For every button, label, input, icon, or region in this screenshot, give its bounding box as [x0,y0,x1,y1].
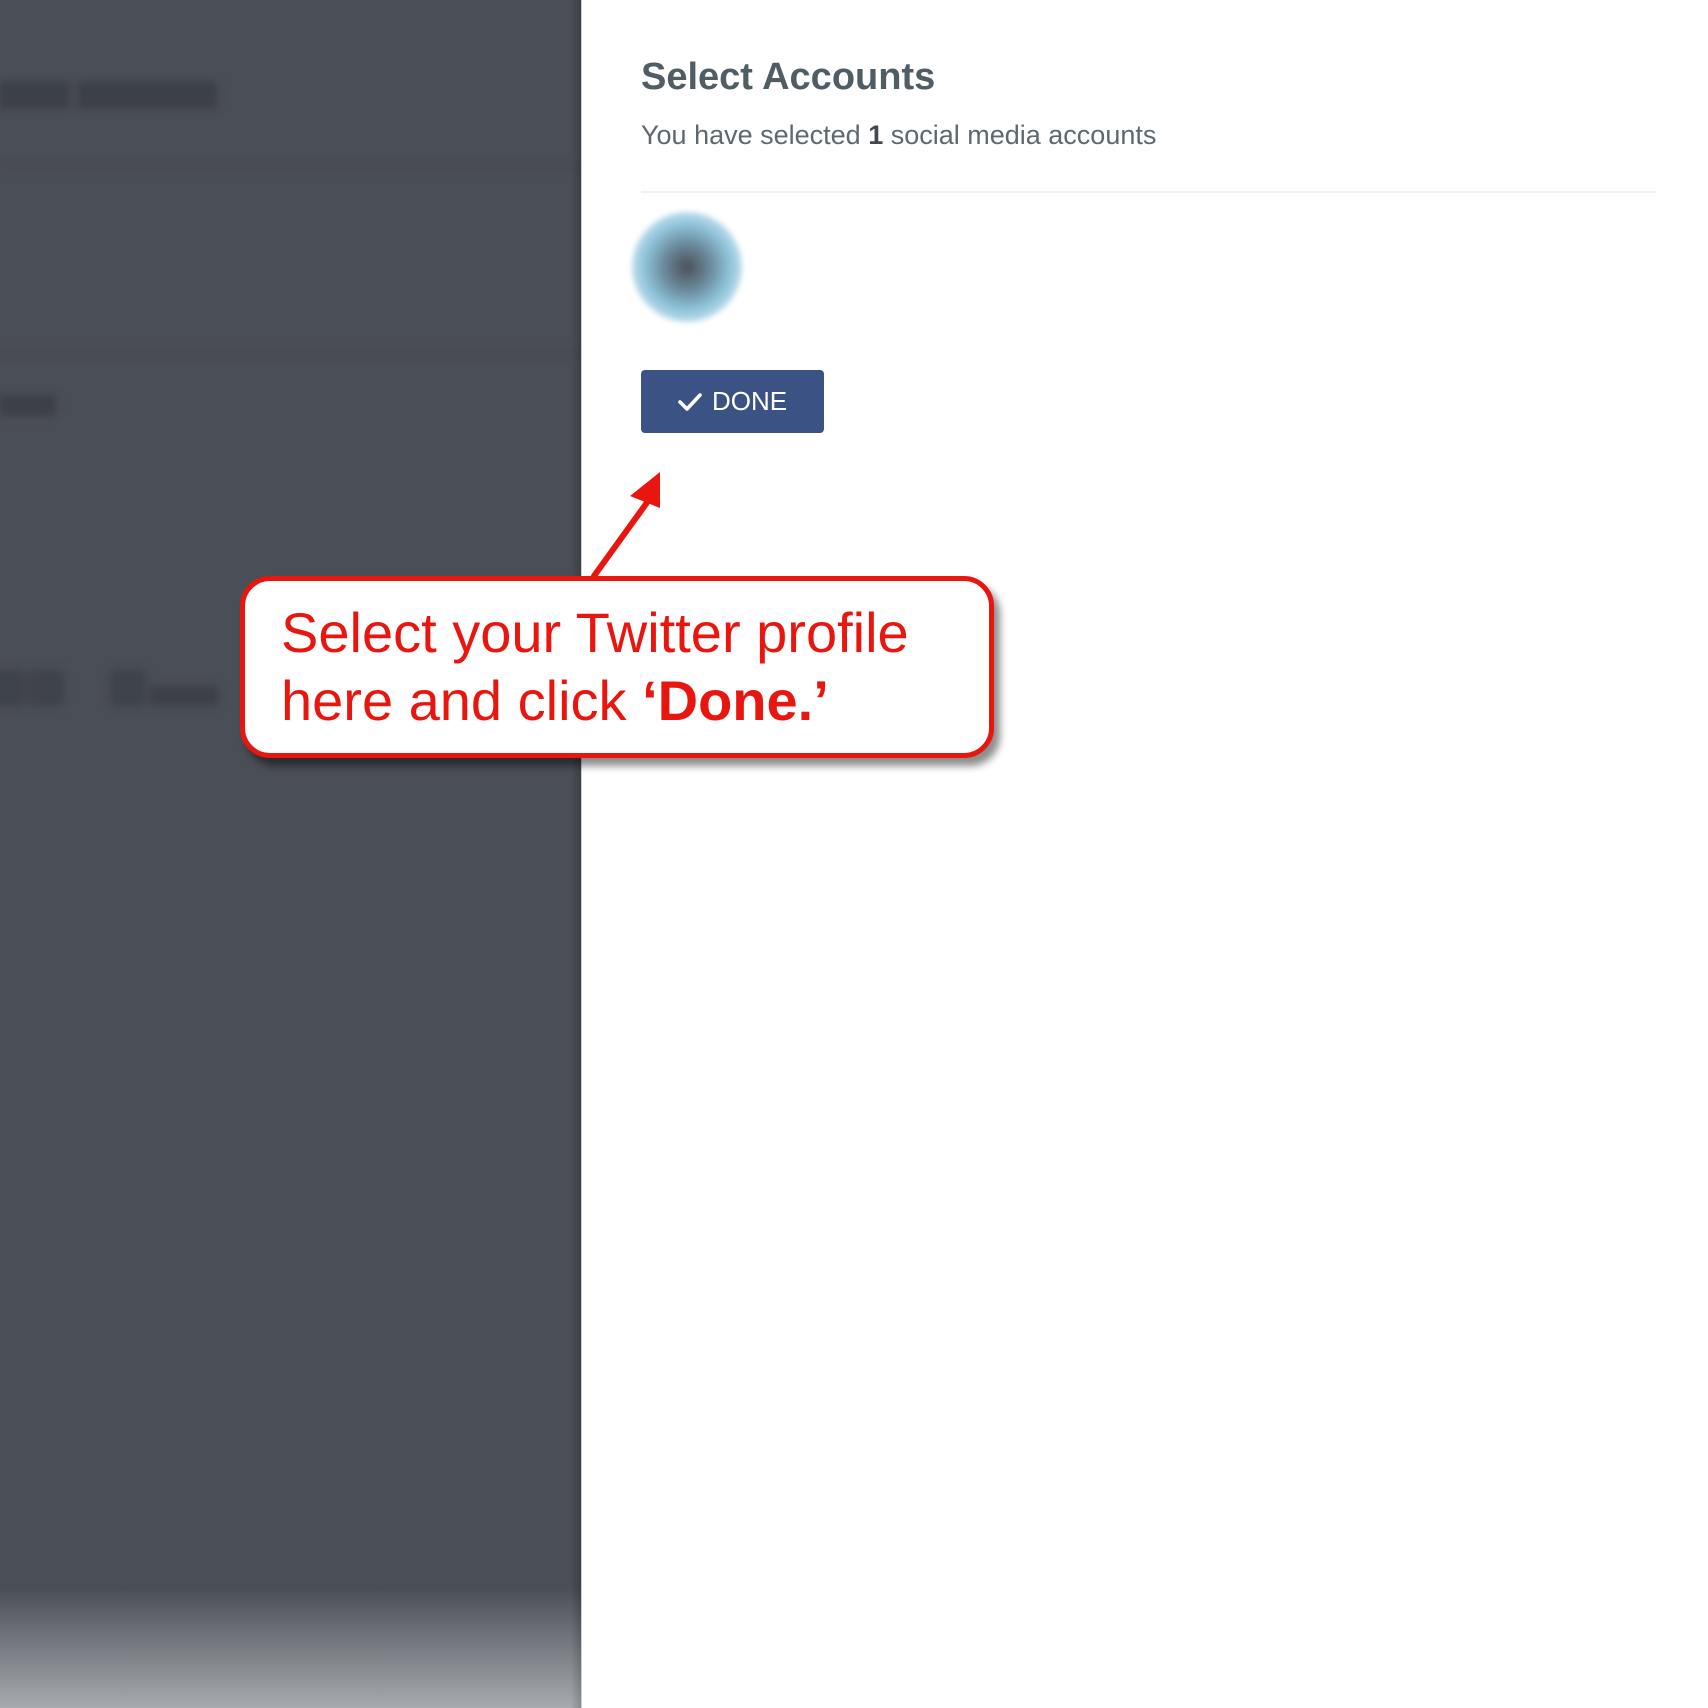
screen: ▆▆▆ ▆▆▆▆▆▆ ▆▆▆ ▆▆▆▆ Select Accounts You … [0,0,1708,1708]
background-divider [0,165,581,167]
annotation-line-2-prefix: here and click [281,669,643,732]
selected-count: 1 [868,120,884,150]
background-heading: ▆▆▆ ▆▆▆▆▆▆ [0,75,216,108]
background-toolbar-text: ▆▆▆▆ [150,680,218,705]
annotation-text: Select your Twitter profile here and clic… [281,599,959,735]
background-divider [0,352,581,354]
panel-title: Select Accounts [641,56,936,98]
background-fade [0,1588,581,1708]
selection-summary-prefix: You have selected [641,120,869,150]
done-button[interactable]: DONE [641,370,824,433]
done-button-label: DONE [711,386,788,416]
background-toolbar-item [0,670,26,706]
annotation-callout: Select your Twitter profile here and clic… [240,576,994,758]
select-accounts-panel: Select Accounts You have selected 1 soci… [582,0,1708,1708]
background-toolbar-item [28,670,64,706]
selection-summary: You have selected 1 social media account… [641,120,1156,151]
background-label: ▆▆▆ [0,389,56,416]
dimmed-background-app: ▆▆▆ ▆▆▆▆▆▆ ▆▆▆ ▆▆▆▆ [0,0,581,1708]
selection-summary-suffix: social media accounts [883,120,1157,150]
background-toolbar-item [110,670,146,706]
panel-divider [641,191,1656,193]
account-avatar[interactable] [632,212,742,322]
annotation-line-1: Select your Twitter profile [281,601,909,664]
check-icon [678,392,702,412]
annotation-emphasis: ‘Done.’ [642,669,829,732]
